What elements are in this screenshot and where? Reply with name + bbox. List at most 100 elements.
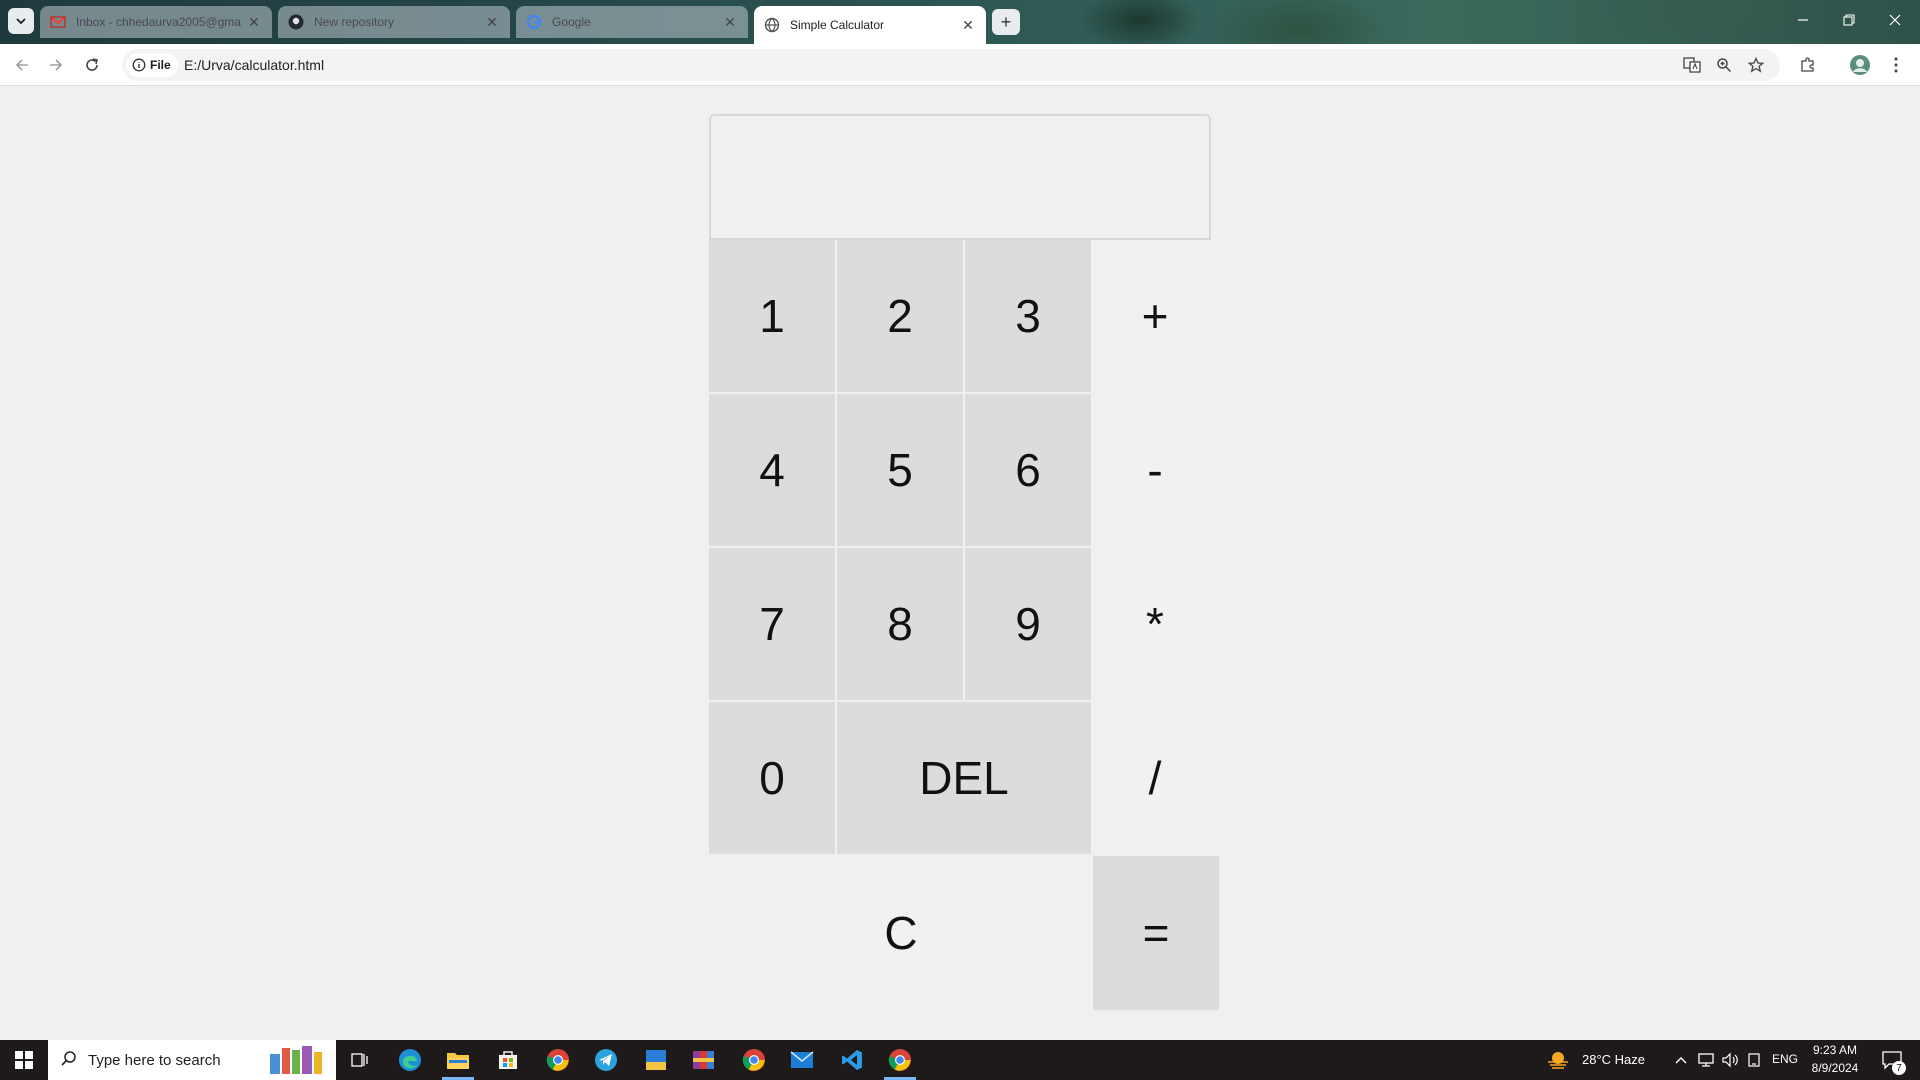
telegram-icon (595, 1049, 617, 1071)
key-divide[interactable]: / (1091, 702, 1219, 854)
taskbar-winrar[interactable] (680, 1040, 728, 1080)
key-delete[interactable]: DEL (837, 702, 1091, 854)
address-bar[interactable]: File E:/Urva/calculator.html (122, 49, 1780, 81)
github-icon (288, 14, 304, 30)
taskbar-telegram[interactable] (582, 1040, 630, 1080)
key-minus[interactable]: - (1091, 394, 1219, 546)
plus-icon: + (1000, 11, 1012, 32)
weather-widget-icon-wrap[interactable] (1540, 1040, 1576, 1080)
key-8[interactable]: 8 (837, 548, 963, 700)
taskbar-chrome-2[interactable] (730, 1040, 778, 1080)
chevron-down-icon (16, 18, 26, 25)
tab-github[interactable]: New repository ✕ (278, 6, 510, 38)
search-placeholder: Type here to search (88, 1051, 221, 1069)
volume-control[interactable] (1718, 1040, 1742, 1080)
haze-sun-icon (1548, 1052, 1568, 1069)
browser-toolbar: File E:/Urva/calculator.html (0, 44, 1920, 86)
chrome-icon (888, 1049, 911, 1071)
close-icon[interactable]: ✕ (484, 14, 500, 30)
zoom-icon (1717, 58, 1732, 73)
browser-title-bar: Inbox - chhedaurva2005@gma ✕ New reposit… (0, 0, 1920, 44)
url-text[interactable]: E:/Urva/calculator.html (184, 57, 324, 73)
store-icon (499, 1051, 517, 1069)
taskbar-edge[interactable] (386, 1040, 434, 1080)
key-9[interactable]: 9 (965, 548, 1091, 700)
clock-time[interactable]: 9:23 AM (1810, 1043, 1860, 1057)
key-equals[interactable]: = (1093, 856, 1219, 1010)
tab-simple-calculator[interactable]: Simple Calculator ✕ (754, 6, 986, 44)
key-1[interactable]: 1 (709, 240, 835, 392)
close-icon[interactable]: ✕ (246, 14, 262, 30)
weather-text[interactable]: 28°C Haze (1582, 1052, 1645, 1067)
minimize-icon (1798, 19, 1808, 21)
taskbar-store[interactable] (484, 1040, 532, 1080)
archive-icon (693, 1051, 714, 1069)
forward-button[interactable] (42, 51, 70, 79)
notification-center-button[interactable]: 7 (1872, 1040, 1912, 1080)
extensions-button[interactable] (1794, 51, 1822, 79)
bookmark-button[interactable] (1744, 53, 1768, 77)
chevron-up-icon (1675, 1057, 1687, 1064)
close-icon[interactable]: ✕ (722, 14, 738, 30)
back-button[interactable] (8, 51, 36, 79)
key-clear[interactable]: C (709, 856, 1093, 1010)
device-icon (1748, 1053, 1760, 1067)
taskbar-search-box[interactable]: Type here to search (48, 1040, 336, 1080)
arrow-right-icon (50, 59, 63, 71)
avatar-icon (1850, 55, 1870, 75)
restore-button[interactable] (1826, 6, 1872, 34)
app-tile-icon (646, 1050, 666, 1070)
edge-icon (399, 1049, 421, 1071)
tab-gmail[interactable]: Inbox - chhedaurva2005@gma ✕ (40, 6, 272, 38)
windows-logo-icon (15, 1051, 33, 1069)
taskbar-chrome-1[interactable] (534, 1040, 582, 1080)
tab-search-button[interactable] (8, 8, 34, 34)
restore-icon (1843, 14, 1855, 26)
translate-button[interactable] (1680, 53, 1704, 77)
search-highlight-icon (270, 1046, 322, 1074)
mail-icon (790, 1051, 814, 1068)
calculator-display (709, 114, 1211, 240)
key-6[interactable]: 6 (965, 394, 1091, 546)
key-5[interactable]: 5 (837, 394, 963, 546)
taskbar-chrome-active[interactable] (876, 1040, 924, 1080)
key-3[interactable]: 3 (965, 240, 1091, 392)
taskbar-vscode[interactable] (828, 1040, 876, 1080)
vscode-icon (842, 1050, 862, 1070)
search-icon (61, 1051, 76, 1066)
browser-menu-button[interactable] (1882, 51, 1910, 79)
site-chip-label: File (150, 58, 171, 72)
language-indicator[interactable]: ENG (1772, 1052, 1798, 1066)
start-button[interactable] (0, 1040, 48, 1080)
device-status[interactable] (1742, 1040, 1766, 1080)
puzzle-icon (1801, 57, 1814, 72)
site-info-chip[interactable]: File (126, 53, 178, 77)
globe-icon (764, 17, 780, 33)
calculator: 1 2 3 + 4 5 6 - 7 8 9 * 0 DEL / C = (709, 114, 1219, 1012)
close-window-button[interactable] (1872, 6, 1918, 34)
clock-date[interactable]: 8/9/2024 (1808, 1061, 1862, 1075)
key-2[interactable]: 2 (837, 240, 963, 392)
key-plus[interactable]: + (1091, 240, 1219, 392)
taskbar-app-blue[interactable] (632, 1040, 680, 1080)
taskbar-file-explorer[interactable] (434, 1040, 482, 1080)
zoom-button[interactable] (1712, 53, 1736, 77)
tab-google[interactable]: Google ✕ (516, 6, 748, 38)
profile-button[interactable] (1846, 51, 1874, 79)
network-status[interactable] (1694, 1040, 1718, 1080)
taskbar-mail[interactable] (778, 1040, 826, 1080)
tab-title: New repository (314, 15, 395, 29)
key-4[interactable]: 4 (709, 394, 835, 546)
reload-icon (86, 58, 98, 71)
minimize-button[interactable] (1780, 6, 1826, 34)
close-icon[interactable]: ✕ (960, 17, 976, 33)
task-view-button[interactable] (336, 1040, 384, 1080)
key-7[interactable]: 7 (709, 548, 835, 700)
new-tab-button[interactable]: + (992, 9, 1020, 35)
reload-button[interactable] (78, 51, 106, 79)
tab-title: Google (552, 15, 591, 29)
show-hidden-icons-button[interactable] (1670, 1040, 1692, 1080)
key-0[interactable]: 0 (709, 702, 835, 854)
tab-title: Inbox - chhedaurva2005@gma (76, 15, 241, 29)
key-multiply[interactable]: * (1091, 548, 1219, 700)
